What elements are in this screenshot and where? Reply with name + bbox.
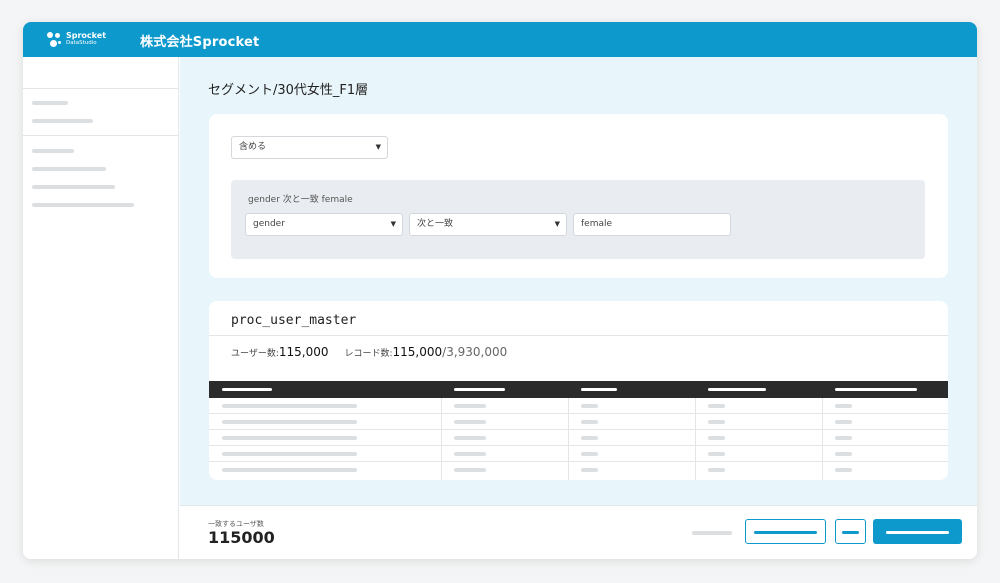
chevron-down-icon: ▼	[390, 220, 396, 228]
column-header[interactable]	[222, 388, 272, 391]
chevron-down-icon: ▼	[375, 143, 381, 151]
value-input[interactable]: female	[573, 213, 731, 236]
table-card: proc_user_master ユーザー数:115,000 レコード数:115,…	[209, 301, 948, 480]
app-window: Sprocket DataStudio 株式会社Sprocket セグメント/3…	[23, 22, 977, 559]
secondary-button[interactable]	[745, 519, 826, 544]
sidebar-item[interactable]	[32, 167, 106, 171]
top-bar: Sprocket DataStudio 株式会社Sprocket	[23, 22, 977, 57]
records-label: レコード数:	[344, 349, 393, 359]
sidebar-item[interactable]	[32, 185, 115, 189]
small-button[interactable]	[835, 519, 866, 544]
matched-users-count: 115000	[208, 528, 275, 547]
table-row[interactable]	[209, 414, 948, 430]
footer-link[interactable]	[692, 531, 732, 535]
main-content: セグメント/30代女性_F1層 含める ▼ gender 次と一致 female…	[180, 57, 977, 505]
sidebar-item[interactable]	[32, 203, 134, 207]
users-count: 115,000	[278, 345, 329, 359]
sidebar-item[interactable]	[32, 101, 68, 105]
column-header[interactable]	[454, 388, 505, 391]
page-title: セグメント/30代女性_F1層	[208, 83, 369, 98]
table-row[interactable]	[209, 462, 948, 478]
table-name: proc_user_master	[231, 313, 357, 328]
users-label: ユーザー数:	[231, 349, 279, 359]
column-header[interactable]	[708, 388, 766, 391]
column-header[interactable]	[835, 388, 917, 391]
primary-button[interactable]	[873, 519, 962, 544]
include-mode-select[interactable]: 含める ▼	[231, 136, 388, 159]
filter-card: 含める ▼ gender 次と一致 female gender ▼ 次と一致 ▼…	[209, 114, 948, 278]
logo-subtitle: DataStudio	[66, 40, 97, 47]
card-divider	[209, 335, 948, 336]
field-select[interactable]: gender ▼	[245, 213, 403, 236]
logo-name: Sprocket	[66, 31, 107, 41]
operator-select[interactable]: 次と一致 ▼	[409, 213, 567, 236]
table-row[interactable]	[209, 398, 948, 414]
column-header[interactable]	[581, 388, 617, 391]
company-name: 株式会社Sprocket	[140, 35, 260, 50]
chevron-down-icon: ▼	[554, 220, 560, 228]
include-mode-value: 含める	[239, 142, 267, 152]
footer-bar: 一致するユーザ数 115000	[180, 505, 977, 559]
app-logo[interactable]: Sprocket DataStudio	[47, 30, 106, 49]
table-header	[209, 381, 948, 398]
condition-label: gender 次と一致 female	[248, 195, 353, 205]
records-count: 115,000	[392, 345, 443, 359]
records-total: /3,930,000	[442, 345, 508, 359]
field-select-value: gender	[253, 219, 285, 229]
record-stats: ユーザー数:115,000 レコード数:115,000/3,930,000	[231, 345, 507, 359]
sprocket-logo-icon	[47, 32, 62, 47]
condition-group: gender 次と一致 female gender ▼ 次と一致 ▼ femal…	[231, 180, 925, 259]
sidebar	[23, 57, 179, 559]
table-row[interactable]	[209, 446, 948, 462]
table-row[interactable]	[209, 430, 948, 446]
sidebar-divider	[23, 135, 179, 136]
sidebar-item[interactable]	[32, 149, 74, 153]
operator-select-value: 次と一致	[417, 219, 454, 229]
sidebar-divider	[23, 88, 179, 89]
sidebar-item[interactable]	[32, 119, 93, 123]
